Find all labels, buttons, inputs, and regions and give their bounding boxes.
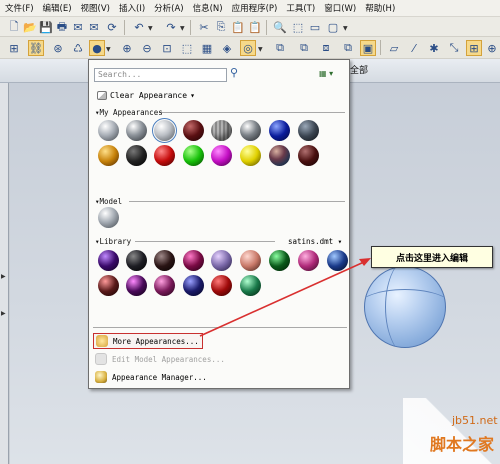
watermark-site: jb51.net xyxy=(452,414,498,427)
callout-note: 点击这里进入编辑 xyxy=(371,246,493,268)
watermark-name: 脚本之家 xyxy=(430,435,495,454)
annotation-arrow xyxy=(199,258,371,337)
